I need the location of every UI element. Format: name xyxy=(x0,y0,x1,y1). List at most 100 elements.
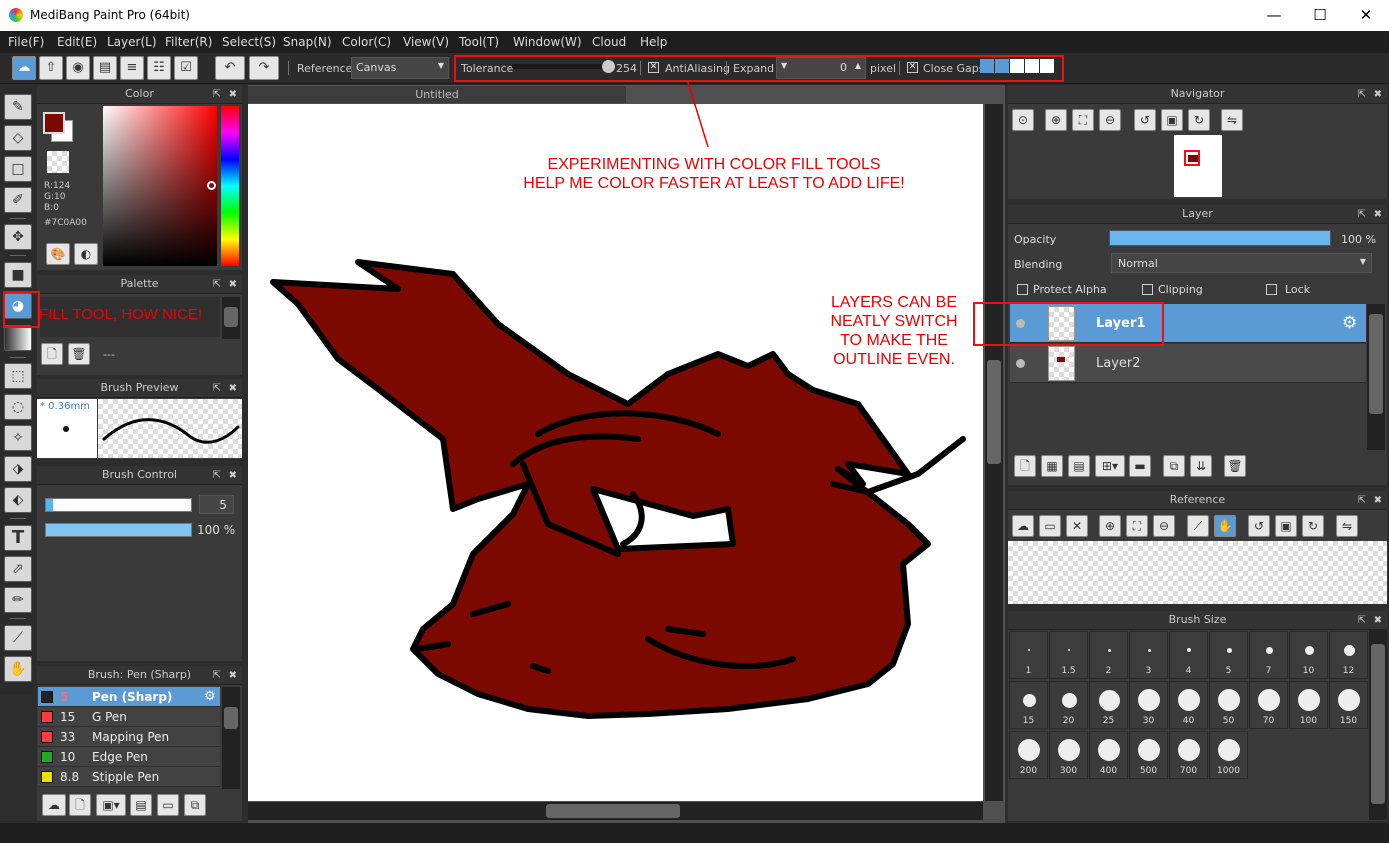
close-panel-icon[interactable]: ✖ xyxy=(1374,612,1382,630)
add-brush-icon[interactable]: ▣▾ xyxy=(96,794,126,816)
zoom-fit-icon[interactable]: ⊙ xyxy=(1012,109,1034,131)
cloud-icon[interactable]: ☁ xyxy=(12,56,36,80)
undock-icon[interactable]: ⇱ xyxy=(1358,612,1366,630)
move-tool-icon[interactable]: ✥ xyxy=(4,224,32,250)
new-folder-icon[interactable]: ▬ xyxy=(1129,455,1151,477)
document-tab[interactable]: Untitled xyxy=(248,85,626,103)
menu-filter[interactable]: Filter(R) xyxy=(165,35,212,49)
menu-layer[interactable]: Layer(L) xyxy=(107,35,157,49)
undock-icon[interactable]: ⇱ xyxy=(1358,206,1366,224)
text-tool-icon[interactable]: T xyxy=(4,525,32,551)
brush-size-cell[interactable]: 500 xyxy=(1129,731,1168,779)
brush-size-cell[interactable]: 400 xyxy=(1089,731,1128,779)
menu-select[interactable]: Select(S) xyxy=(222,35,276,49)
zoom-in-icon[interactable]: ⊕ xyxy=(1045,109,1067,131)
brush-size-cell[interactable]: 100 xyxy=(1289,681,1328,729)
open-reference-icon[interactable]: ▭ xyxy=(1039,515,1061,537)
menu-view[interactable]: View(V) xyxy=(403,35,449,49)
layer-visibility-eye-icon[interactable] xyxy=(1016,359,1025,368)
close-gaps-level-selector[interactable] xyxy=(980,59,1054,73)
expand-input[interactable]: ▼ 0 ▲ xyxy=(776,57,866,79)
menu-help[interactable]: Help xyxy=(640,35,667,49)
menu-file[interactable]: File(F) xyxy=(8,35,44,49)
reference-fit-icon[interactable]: ⛶ xyxy=(1126,515,1148,537)
undock-icon[interactable]: ⇱ xyxy=(213,667,221,685)
menu-cloud[interactable]: Cloud xyxy=(592,35,626,49)
brush-list-scrollbar[interactable] xyxy=(224,707,238,729)
brush-size-cell[interactable]: 12 xyxy=(1329,631,1368,679)
rotate-right-icon[interactable]: ↻ xyxy=(1188,109,1210,131)
close-panel-icon[interactable]: ✖ xyxy=(229,667,237,685)
layer-settings-gear-icon[interactable]: ⚙ xyxy=(1342,313,1357,333)
brush-size-cell[interactable]: 20 xyxy=(1049,681,1088,729)
reference-view[interactable] xyxy=(1008,541,1387,604)
undock-icon[interactable]: ⇱ xyxy=(1358,492,1366,510)
navigator-viewport[interactable] xyxy=(1184,150,1200,166)
layer-opacity-slider[interactable] xyxy=(1109,230,1331,246)
tolerance-slider-knob[interactable] xyxy=(602,60,616,73)
new-palette-icon[interactable]: 🗋 xyxy=(41,343,63,365)
eraser-tool-icon[interactable]: ◇ xyxy=(4,125,32,151)
reference-flip-icon[interactable]: ⇋ xyxy=(1336,515,1358,537)
close-gaps-level-1[interactable] xyxy=(980,59,994,73)
reference-select[interactable]: Canvas ▼ xyxy=(351,57,449,79)
close-reference-icon[interactable]: ✕ xyxy=(1066,515,1088,537)
operation-tool-icon[interactable]: ⬀ xyxy=(4,556,32,582)
divide-tool-icon[interactable]: ✏ xyxy=(4,587,32,613)
menu-snap[interactable]: Snap(N) xyxy=(283,35,332,49)
fit-window-icon[interactable]: ⛶ xyxy=(1072,109,1094,131)
brush-opacity-slider[interactable] xyxy=(45,523,192,537)
reference-rotate-left-icon[interactable]: ↺ xyxy=(1248,515,1270,537)
delete-palette-icon[interactable]: 🗑 xyxy=(68,343,90,365)
hand-tool-icon[interactable]: ✋ xyxy=(4,656,32,682)
brush-folder-icon[interactable]: ▭ xyxy=(157,794,179,816)
menu-tool[interactable]: Tool(T) xyxy=(459,35,499,49)
undock-icon[interactable]: ⇱ xyxy=(213,467,221,485)
reference-eyedropper-icon[interactable]: ⟋ xyxy=(1187,515,1209,537)
layer-row-layer1[interactable]: Layer1 ⚙ xyxy=(1010,304,1366,343)
minimize-button[interactable]: — xyxy=(1251,0,1297,31)
close-gaps-level-5[interactable] xyxy=(1040,59,1054,73)
color-palette-icon[interactable]: 🎨 xyxy=(46,243,70,265)
menu-color[interactable]: Color(C) xyxy=(342,35,391,49)
close-gaps-level-2[interactable] xyxy=(995,59,1009,73)
brush-tool-icon[interactable]: ✎ xyxy=(4,94,32,120)
brush-size-cell[interactable]: 7 xyxy=(1249,631,1288,679)
navigator-thumbnail[interactable] xyxy=(1174,135,1222,197)
brush-size-cell[interactable]: 70 xyxy=(1249,681,1288,729)
gear-icon[interactable]: ⚙ xyxy=(204,689,216,704)
new-layer-icon[interactable]: 🗋 xyxy=(1014,455,1036,477)
hue-slider[interactable] xyxy=(221,106,239,266)
blending-select[interactable]: Normal ▼ xyxy=(1111,253,1372,273)
dot-brush-tool-icon[interactable]: ✐ xyxy=(4,187,32,213)
palette-scrollbar[interactable] xyxy=(224,307,238,327)
rect-select-tool-icon[interactable]: ⬚ xyxy=(4,363,32,389)
brush-size-cell[interactable]: 50 xyxy=(1209,681,1248,729)
reference-hand-icon[interactable]: ✋ xyxy=(1214,515,1236,537)
rotate-left-icon[interactable]: ↺ xyxy=(1134,109,1156,131)
menu-edit[interactable]: Edit(E) xyxy=(57,35,97,49)
close-panel-icon[interactable]: ✖ xyxy=(1374,86,1382,104)
brush-size-cell[interactable]: 300 xyxy=(1049,731,1088,779)
close-panel-icon[interactable]: ✖ xyxy=(229,380,237,398)
add-layer-menu-icon[interactable]: ⊞▾ xyxy=(1095,455,1125,477)
antialiasing-checkbox[interactable]: ✕ xyxy=(648,62,659,73)
brush-size-cell[interactable]: 3 xyxy=(1129,631,1168,679)
brush-size-cell[interactable]: 30 xyxy=(1129,681,1168,729)
brush-item-g-pen[interactable]: 15 G Pen xyxy=(38,707,220,727)
close-panel-icon[interactable]: ✖ xyxy=(229,86,237,104)
zoom-out-icon[interactable]: ⊖ xyxy=(1099,109,1121,131)
layer-list-scrollbar[interactable] xyxy=(1369,314,1383,414)
brush-size-cell[interactable]: 2 xyxy=(1089,631,1128,679)
primary-color-swatch[interactable] xyxy=(43,112,65,134)
protect-alpha-checkbox[interactable] xyxy=(1017,284,1028,295)
brush-settings-icon[interactable]: ▤ xyxy=(130,794,152,816)
reference-rotate-reset-icon[interactable]: ▣ xyxy=(1275,515,1297,537)
close-panel-icon[interactable]: ✖ xyxy=(229,467,237,485)
new-1bit-layer-icon[interactable]: ▤ xyxy=(1068,455,1090,477)
brush-size-cell[interactable]: 1.5 xyxy=(1049,631,1088,679)
menu-window[interactable]: Window(W) xyxy=(513,35,582,49)
canvas-vertical-scrollbar[interactable] xyxy=(987,360,1001,464)
undock-icon[interactable]: ⇱ xyxy=(213,380,221,398)
reference-zoom-in-icon[interactable]: ⊕ xyxy=(1099,515,1121,537)
